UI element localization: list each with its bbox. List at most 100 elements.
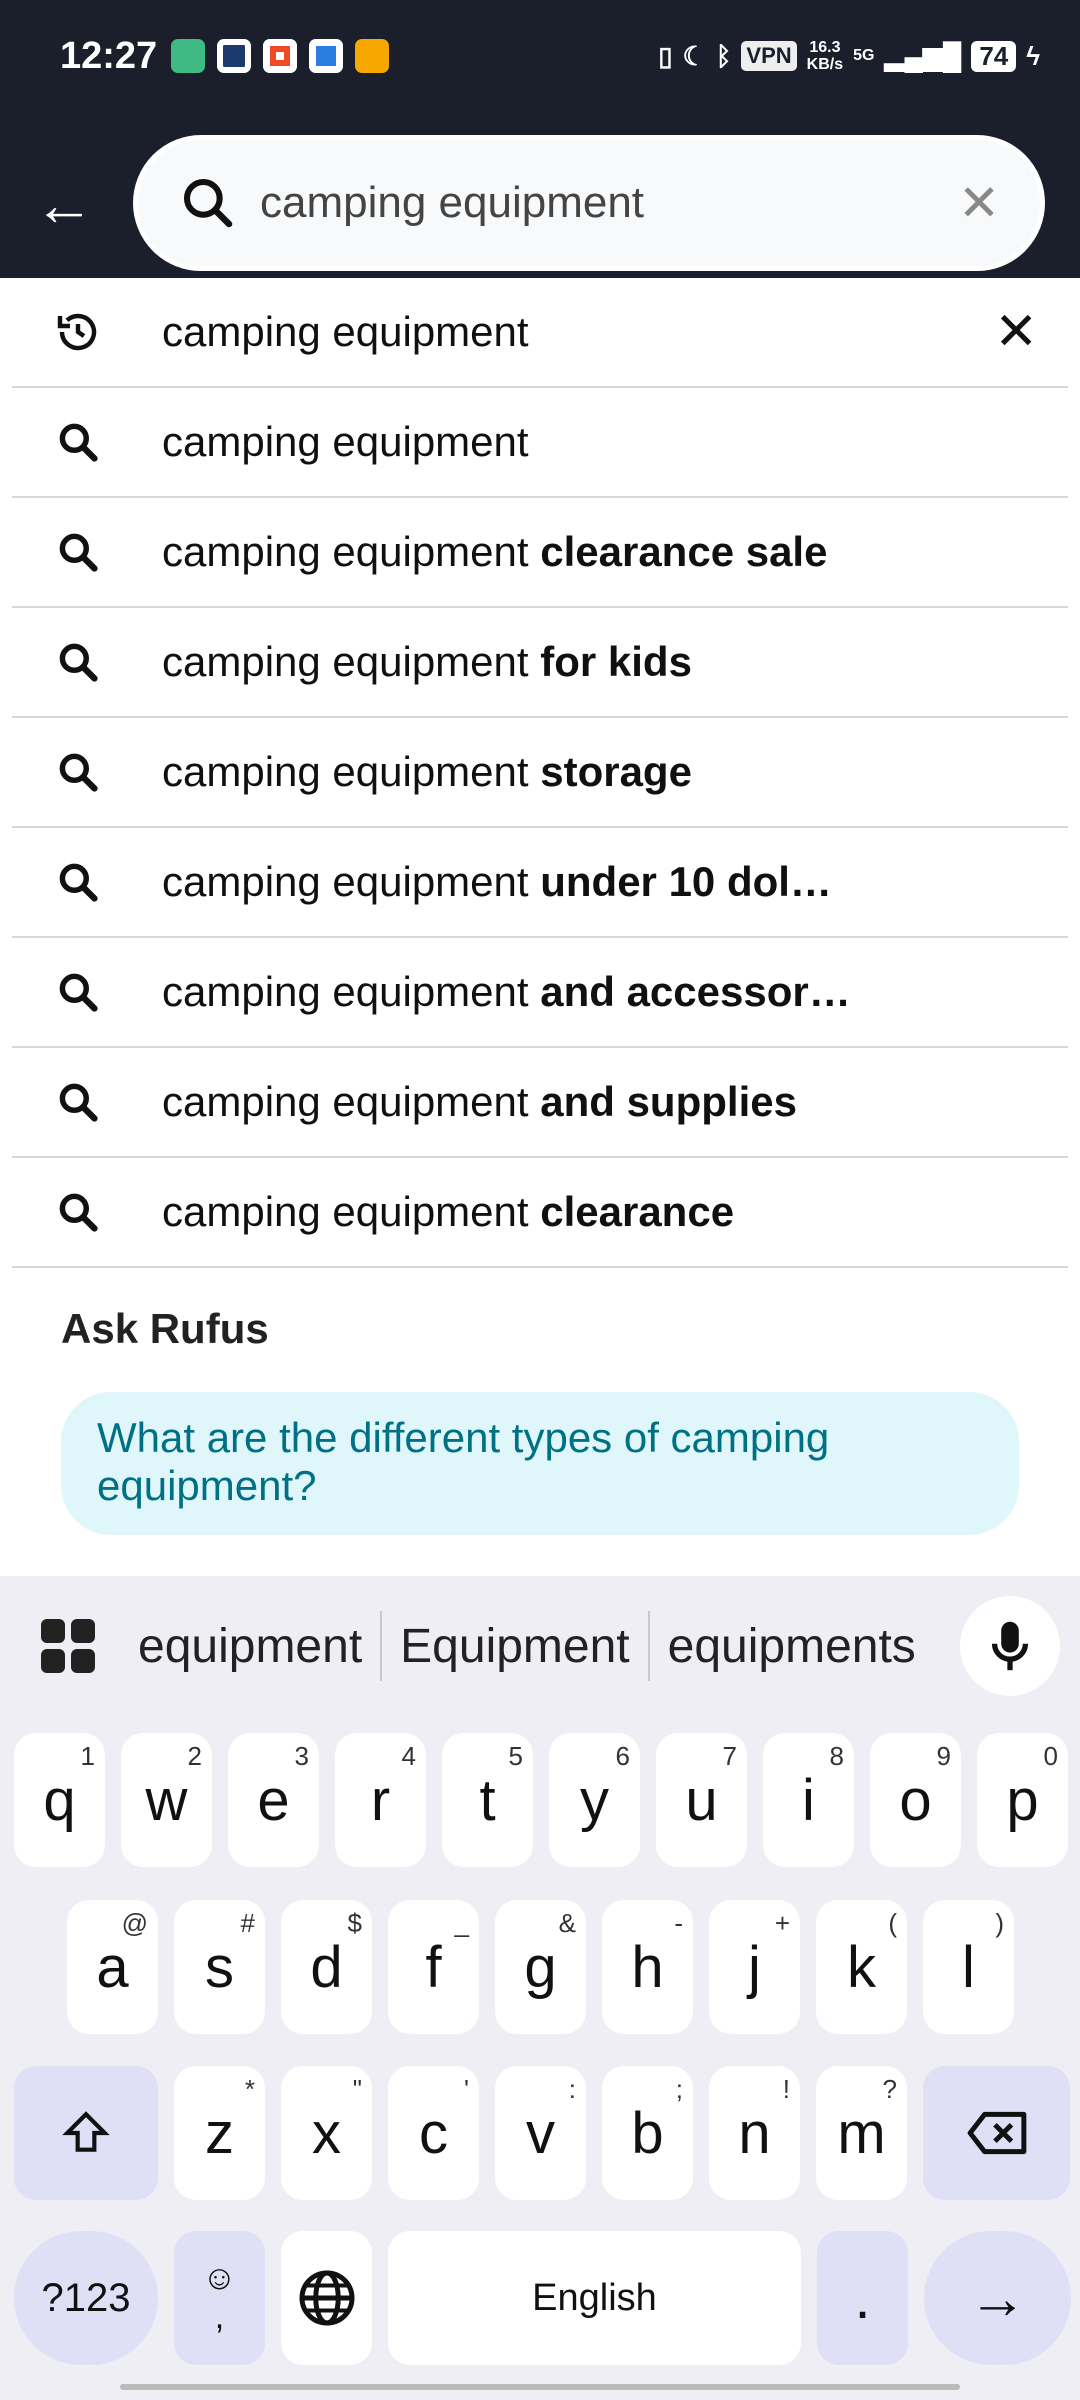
key-n[interactable]: n!: [709, 2066, 800, 2200]
key-label: j: [748, 1934, 761, 2000]
key-label: r: [370, 1767, 391, 1833]
network-speed: 16.3 KB/s: [807, 39, 843, 73]
key-alt-label: 5: [508, 1741, 523, 1771]
key-alt-label: !: [782, 2074, 790, 2104]
suggestion-row[interactable]: camping equipment clearance sale: [12, 498, 1068, 608]
key-label: c: [419, 2100, 448, 2166]
key-a[interactable]: a @: [67, 1900, 158, 2034]
suggestion-text: camping equipment clearance: [162, 1188, 952, 1236]
key-label: f: [425, 1934, 442, 2000]
suggestion-suffix: storage: [528, 748, 692, 795]
word-suggestion[interactable]: equipment: [120, 1619, 380, 1674]
key-k[interactable]: k(: [816, 1900, 907, 2034]
header: 12:27 ▯ ☾ ᛒ VPN 16.3 KB/s 5G ▂▄▆█ 74 ϟ ← …: [0, 0, 1080, 278]
key-r[interactable]: r4: [335, 1733, 426, 1867]
key-x[interactable]: x ": [281, 2066, 372, 2200]
key-label: m: [837, 2100, 886, 2166]
key-label: v: [526, 2100, 555, 2166]
enter-key[interactable]: →: [924, 2231, 1071, 2365]
key-label: q: [43, 1767, 76, 1833]
remove-history-icon[interactable]: ✕: [994, 302, 1038, 362]
search-icon: [50, 1080, 106, 1124]
key-alt-label: ': [464, 2074, 469, 2104]
key-w[interactable]: w2: [121, 1733, 212, 1867]
search-icon: [50, 750, 106, 794]
key-row: a @ s # d $ f _ g & h - j + k(l): [67, 1900, 1014, 2034]
key-alt-label: 2: [187, 1741, 202, 1771]
key-alt-label: -: [674, 1908, 683, 1938]
key-u[interactable]: u7: [656, 1733, 747, 1867]
suggestion-row[interactable]: camping equipment clearance: [12, 1158, 1068, 1268]
key-f[interactable]: f _: [388, 1900, 479, 2034]
suggestion-base: camping equipment: [162, 968, 529, 1015]
suggestion-row[interactable]: camping equipment and supplies: [12, 1048, 1068, 1158]
notification-app-icon: [309, 39, 344, 73]
suggestion-suffix: and accessor…: [528, 968, 851, 1015]
key-o[interactable]: o9: [870, 1733, 961, 1867]
key-t[interactable]: t5: [442, 1733, 533, 1867]
close-icon[interactable]: ✕: [958, 174, 1000, 232]
key-label: h: [631, 1934, 664, 2000]
suggestion-suffix: under 10 dol…: [528, 858, 832, 905]
key-label: s: [205, 1934, 234, 2000]
suggestion-base: camping equipment: [162, 858, 529, 905]
key-j[interactable]: j +: [709, 1900, 800, 2034]
suggestion-row[interactable]: camping equipment and accessor…: [12, 938, 1068, 1048]
space-key[interactable]: English: [388, 2231, 801, 2365]
key-z[interactable]: z *: [174, 2066, 265, 2200]
key-alt-label: 3: [294, 1741, 309, 1771]
key-g[interactable]: g &: [495, 1900, 586, 2034]
key-e[interactable]: e3: [228, 1733, 319, 1867]
emoji-comma-key[interactable]: ☺,: [174, 2231, 265, 2365]
microphone-icon[interactable]: [960, 1596, 1060, 1696]
key-c[interactable]: c ': [388, 2066, 479, 2200]
search-bar[interactable]: ✕: [133, 135, 1045, 271]
apps-grid-icon[interactable]: [38, 1616, 98, 1676]
key-d[interactable]: d $: [281, 1900, 372, 2034]
search-icon: [50, 530, 106, 574]
key-v[interactable]: v:: [495, 2066, 586, 2200]
word-suggestion[interactable]: equipments: [650, 1619, 934, 1674]
key-l[interactable]: l): [923, 1900, 1014, 2034]
suggestion-text: camping equipment: [162, 308, 952, 356]
suggestion-row[interactable]: camping equipment: [12, 388, 1068, 498]
key-i[interactable]: i8: [763, 1733, 854, 1867]
key-q[interactable]: q1: [14, 1733, 105, 1867]
key-p[interactable]: p0: [977, 1733, 1068, 1867]
suggestion-row[interactable]: camping equipment for kids: [12, 608, 1068, 718]
key-label: w: [145, 1767, 188, 1833]
rufus-question-chip[interactable]: What are the different types of camping …: [61, 1392, 1019, 1535]
key-alt-label: *: [244, 2074, 255, 2104]
suggestion-suffix: for kids: [528, 638, 692, 685]
key-label: d: [310, 1934, 343, 2000]
suggestion-row[interactable]: camping equipment ✕: [12, 278, 1068, 388]
key-h[interactable]: h-: [602, 1900, 693, 2034]
search-input[interactable]: [260, 178, 940, 228]
key-m[interactable]: m?: [816, 2066, 907, 2200]
backspace-key[interactable]: [923, 2066, 1070, 2200]
search-icon: [50, 640, 106, 684]
symbols-key[interactable]: ?123: [14, 2231, 158, 2365]
shift-key[interactable]: [14, 2066, 158, 2200]
suggestion-text: camping equipment and supplies: [162, 1078, 952, 1126]
period-key[interactable]: .: [817, 2231, 908, 2365]
key-b[interactable]: b;: [602, 2066, 693, 2200]
key-label: z: [205, 2100, 234, 2166]
key-s[interactable]: s #: [174, 1900, 265, 2034]
key-alt-label: 0: [1043, 1741, 1058, 1771]
key-y[interactable]: y6: [549, 1733, 640, 1867]
key-alt-label: 8: [829, 1741, 844, 1771]
moon-icon: ☾: [682, 40, 706, 71]
key-row: z * x " c ' v: b; n! m?: [14, 2066, 1070, 2200]
backspace-icon: [967, 2111, 1026, 2155]
word-suggestion[interactable]: Equipment: [382, 1619, 647, 1674]
arrow-left-icon[interactable]: ←: [34, 175, 94, 235]
suggestion-list: camping equipment ✕ camping equipment campi…: [0, 278, 1080, 1268]
globe-icon[interactable]: [281, 2231, 372, 2365]
key-alt-label: ?: [882, 2074, 897, 2104]
history-icon: [50, 308, 106, 356]
search-icon: [50, 420, 106, 464]
suggestion-row[interactable]: camping equipment storage: [12, 718, 1068, 828]
suggestion-row[interactable]: camping equipment under 10 dol…: [12, 828, 1068, 938]
key-label: y: [580, 1767, 609, 1833]
